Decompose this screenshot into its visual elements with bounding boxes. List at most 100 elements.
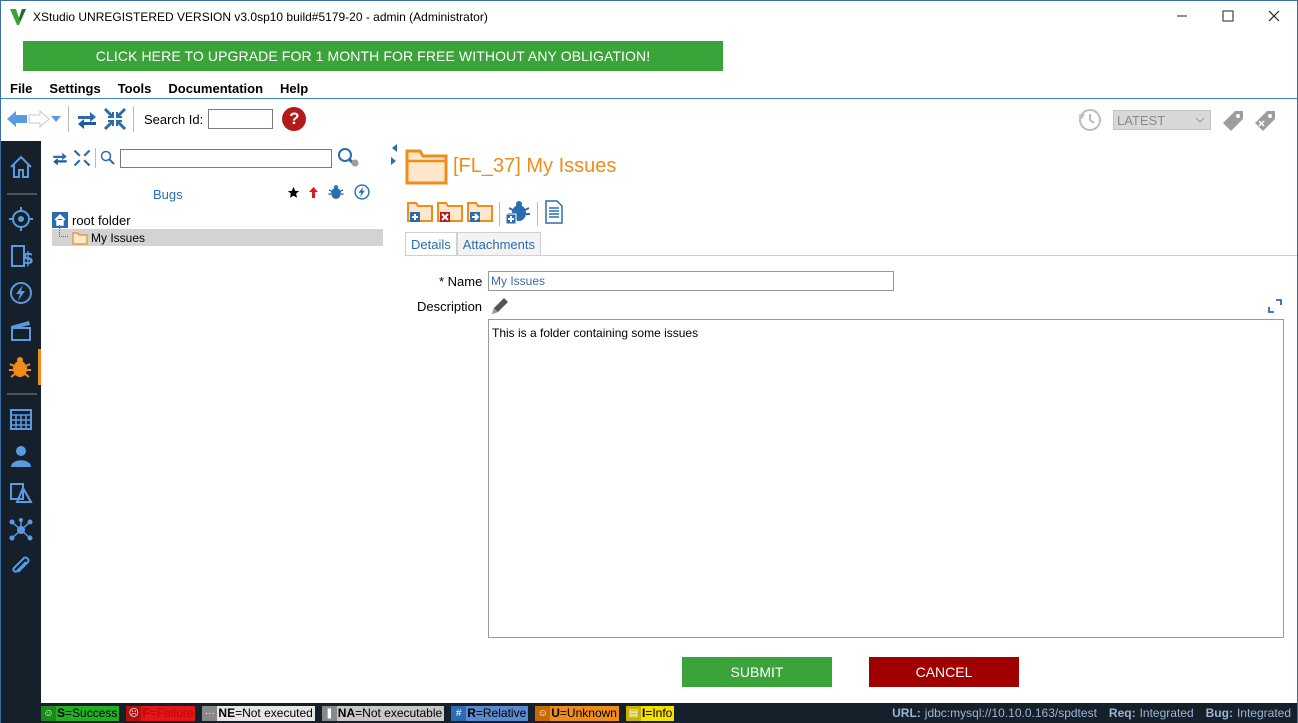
tree-search-input[interactable] xyxy=(120,148,332,168)
version-select[interactable]: LATEST xyxy=(1113,110,1211,130)
nav-home[interactable] xyxy=(1,149,41,185)
move-folder-button[interactable] xyxy=(467,200,493,227)
spec-filter-button[interactable] xyxy=(353,183,371,204)
cancel-button[interactable]: CANCEL xyxy=(869,657,1019,687)
arrow-left-icon xyxy=(7,111,27,127)
tag-remove-icon xyxy=(1255,111,1275,131)
edit-description-button[interactable] xyxy=(489,295,511,320)
nav-attachments[interactable] xyxy=(1,549,41,585)
detail-header: [FL_37] My Issues xyxy=(405,147,616,185)
history-dropdown-button[interactable] xyxy=(50,114,62,124)
report-button[interactable] xyxy=(543,200,565,227)
legend-not-executed: ··· NE =Not executed xyxy=(202,705,315,721)
help-button[interactable]: ? xyxy=(282,107,307,131)
legend-text: =Unknown xyxy=(559,706,617,720)
nav-calendar[interactable] xyxy=(1,401,41,437)
legend-key: F xyxy=(142,706,150,720)
expand-icon xyxy=(1268,299,1282,313)
menu-settings[interactable]: Settings xyxy=(49,81,100,96)
tree-node-label: My Issues xyxy=(91,230,146,245)
minimize-icon xyxy=(1177,15,1187,17)
chevron-right-icon xyxy=(391,157,396,165)
collapse-all-button[interactable] xyxy=(103,107,127,131)
delete-folder-button[interactable] xyxy=(437,200,463,227)
priority-filter-button[interactable] xyxy=(308,186,319,202)
chevron-down-icon xyxy=(51,116,61,122)
left-nav: $ xyxy=(1,141,41,703)
bug-icon xyxy=(328,185,344,199)
version-controls: LATEST xyxy=(1077,107,1277,133)
tree-filter-icons xyxy=(283,183,375,204)
nav-specifications[interactable] xyxy=(1,275,41,311)
panel-collapse-toggle[interactable] xyxy=(390,143,398,169)
tag-icon xyxy=(1223,111,1243,131)
hash-icon: # xyxy=(451,705,467,721)
detail-panel: [FL_37] My Issues Details Attachments * … xyxy=(401,141,1297,703)
bug-icon xyxy=(8,357,31,378)
menu-documentation[interactable]: Documentation xyxy=(168,81,263,96)
history-button[interactable] xyxy=(1077,107,1103,133)
nav-bugs[interactable] xyxy=(1,349,41,385)
untag-button[interactable] xyxy=(1251,107,1277,133)
nav-requirements[interactable]: $ xyxy=(1,238,41,274)
tree-tab-bugs[interactable]: Bugs xyxy=(153,187,183,202)
expand-editor-button[interactable] xyxy=(1268,299,1282,316)
maximize-button[interactable] xyxy=(1205,1,1251,31)
tab-details[interactable]: Details xyxy=(405,232,457,256)
clapperboard-icon xyxy=(11,321,31,341)
search-id-input[interactable] xyxy=(208,109,274,129)
favorite-filter-button[interactable] xyxy=(287,186,300,202)
forward-button[interactable] xyxy=(28,109,50,129)
url-value: jdbc:mysql://10.10.0.163/spdtest xyxy=(924,706,1097,720)
tree-refresh-button[interactable] xyxy=(51,149,69,167)
nav-sut[interactable] xyxy=(1,201,41,237)
user-icon xyxy=(11,446,31,467)
menu-file[interactable]: File xyxy=(10,81,32,96)
home-icon xyxy=(10,155,32,178)
create-folder-button[interactable] xyxy=(407,200,433,227)
chevron-left-icon xyxy=(392,144,397,152)
connection-info: URL: jdbc:mysql://10.10.0.163/spdtest Re… xyxy=(892,703,1291,723)
refresh-icon xyxy=(53,152,67,166)
pause-icon: ❚ xyxy=(321,705,337,721)
advanced-search-button[interactable] xyxy=(336,147,360,169)
minimize-button[interactable] xyxy=(1159,1,1205,31)
tree-root-label: root folder xyxy=(72,212,131,228)
refresh-button[interactable] xyxy=(75,107,99,131)
legend-key: R xyxy=(467,706,476,720)
create-bug-button[interactable] xyxy=(505,199,531,228)
version-select-value: LATEST xyxy=(1117,112,1166,128)
tree-collapse-button[interactable] xyxy=(73,149,91,167)
nav-assets[interactable] xyxy=(1,475,41,511)
legend-text: =Not executed xyxy=(235,706,313,720)
back-button[interactable] xyxy=(6,109,28,129)
bug-filter-button[interactable] xyxy=(327,183,345,204)
status-bar: ☺ S =Success ☹ F =Failure ··· NE =Not execu… xyxy=(1,703,1297,723)
tag-button[interactable] xyxy=(1219,107,1245,133)
tree-node-my-issues[interactable]: My Issues xyxy=(52,225,383,246)
document-icon xyxy=(545,200,563,224)
menu-tools[interactable]: Tools xyxy=(118,81,152,96)
nav-tests[interactable] xyxy=(1,312,41,348)
app-logo-icon xyxy=(10,9,26,25)
submit-button[interactable]: SUBMIT xyxy=(682,657,832,687)
window-title: XStudio UNREGISTERED VERSION v3.0sp10 bu… xyxy=(33,10,488,24)
nav-users[interactable] xyxy=(1,438,41,474)
menu-help[interactable]: Help xyxy=(280,81,308,96)
detail-actions xyxy=(407,199,569,228)
close-button[interactable] xyxy=(1251,1,1297,31)
name-label: * Name xyxy=(439,274,483,289)
description-label: Description xyxy=(417,299,483,314)
tab-attachments[interactable]: Attachments xyxy=(456,232,542,256)
tree-panel: Bugs root folder My Issues xyxy=(43,141,383,701)
calendar-icon xyxy=(10,409,32,430)
folder-icon xyxy=(405,149,448,185)
toolbar-separator xyxy=(68,106,69,132)
name-field[interactable] xyxy=(488,271,894,291)
main-toolbar: Search Id: ? LATEST xyxy=(1,101,1297,137)
nav-network[interactable] xyxy=(1,512,41,548)
legend-text: =Not executable xyxy=(355,706,443,720)
description-editor[interactable]: This is a folder containing some issues xyxy=(488,319,1284,638)
upgrade-banner[interactable]: CLICK HERE TO UPGRADE FOR 1 MONTH FOR FR… xyxy=(23,41,723,71)
maximize-icon xyxy=(1222,10,1234,22)
